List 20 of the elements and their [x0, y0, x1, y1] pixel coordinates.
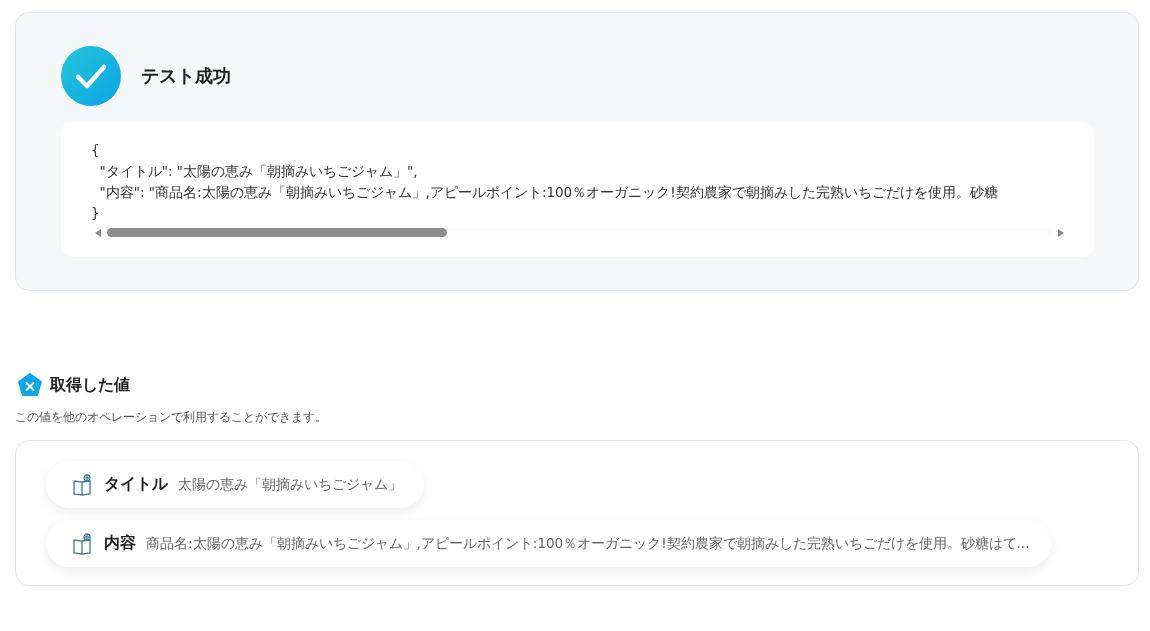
scrollbar-thumb[interactable] [107, 228, 447, 237]
code-line: "タイトル": "太陽の恵み「朝摘みいちごジャム」", [98, 162, 419, 181]
value-chip[interactable]: 内容 商品名:太陽の恵み「朝摘みいちごジャム」,アピールポイント:100％オーガニック!契約農家で朝摘みした完熟いちごだけを使用。砂糖はて... [46, 520, 1052, 567]
code-line: } [91, 204, 101, 223]
value-text: 商品名:太陽の恵み「朝摘みいちごジャム」,アピールポイント:100％オーガニック!契約農家で朝摘みした完熟いちごだけを使用。砂糖はて... [146, 534, 1030, 553]
value-text: 太陽の恵み「朝摘みいちごジャム」 [178, 475, 402, 494]
code-line: "内容": "商品名:太陽の恵み「朝摘みいちごジャム」,アピールポイント:100％オーガニック!契約農家で朝摘みした完熟いちごだけを使用。砂糖 [98, 183, 999, 202]
scroll-left-icon[interactable] [95, 228, 101, 237]
variable-icon [18, 373, 42, 397]
book-icon [72, 473, 94, 496]
scroll-right-icon[interactable] [1058, 228, 1064, 237]
book-icon [72, 532, 94, 555]
value-chip[interactable]: タイトル 太陽の恵み「朝摘みいちごジャム」 [46, 461, 424, 508]
value-label: 内容 [104, 533, 136, 554]
value-label: タイトル [104, 474, 168, 495]
check-icon [61, 46, 121, 106]
section-description: この値を他のオペレーションで利用することができます。 [15, 409, 328, 426]
result-title: テスト成功 [141, 64, 231, 88]
code-line: { [91, 141, 101, 160]
section-title: 取得した値 [50, 374, 130, 396]
